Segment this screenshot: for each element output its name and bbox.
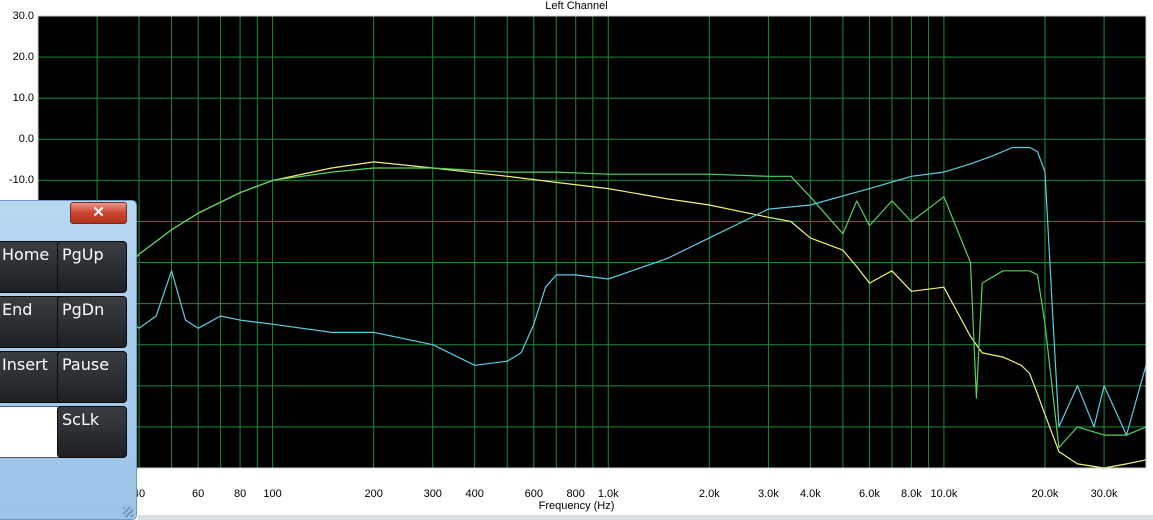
y-tick-label: -10.0 [8,174,34,187]
x-tick-label: 200 [364,488,383,500]
plot-background [38,16,1146,468]
pgdn-key[interactable]: PgDn [57,296,127,348]
plot-area [37,15,1153,469]
x-tick-label: 20.0k [1031,488,1059,500]
x-tick-label: 600 [524,488,543,500]
resize-grip-icon[interactable] [123,507,133,517]
x-tick-label: 80 [233,488,247,500]
x-tick-label: 3.0k [758,488,779,500]
x-tick-label: 2.0k [698,488,720,500]
y-tick-label: 20.0 [12,51,34,64]
x-tick-label: 300 [423,488,442,500]
y-tick-label: 0.0 [18,133,34,146]
y-tick-label: 30.0 [12,10,34,22]
frequency-response-chart: Left Channel 30.020.010.00.0-10.0 304060… [0,0,1153,520]
x-axis-label: Frequency (Hz) [538,500,615,512]
x-tick-label: 60 [192,488,205,500]
sclk-key[interactable]: ScLk [57,406,127,458]
x-tick-label: 6.0k [859,488,880,500]
right-scroll-gutter [1146,16,1153,468]
x-tick-label: 100 [263,488,282,500]
taskbar-strip [138,515,1153,520]
pgup-key[interactable]: PgUp [57,241,127,293]
pause-key[interactable]: Pause [57,351,127,403]
x-tick-label: 30.0k [1090,488,1118,500]
x-tick-label: 10.0k [930,488,958,500]
y-tick-label: 10.0 [12,92,34,105]
x-tick-label: 8.0k [900,488,922,500]
close-button[interactable]: ✕ [70,202,127,224]
x-tick-label: 800 [566,488,585,500]
on-screen-keyboard: ✕ Home PgUp End PgDn Insert Pause ScLk [0,200,137,520]
x-tick-label: 4.0k [799,488,821,500]
x-tick-label: 400 [465,488,484,500]
x-tick-label: 1.0k [597,488,619,500]
